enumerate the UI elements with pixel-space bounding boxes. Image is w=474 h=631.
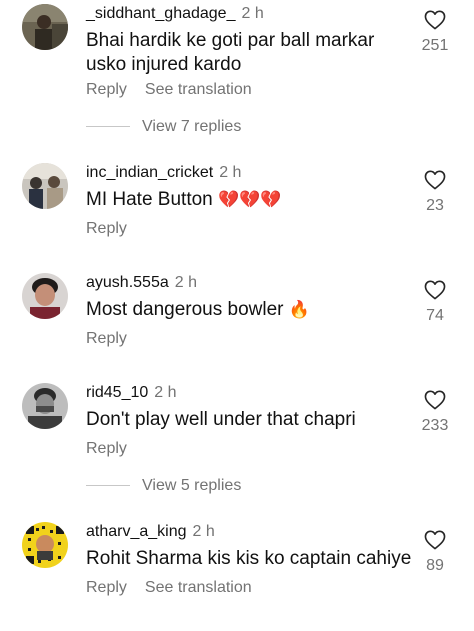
comment-text: Bhai hardik ke goti par ball markar usko… <box>86 30 375 75</box>
reply-button[interactable]: Reply <box>86 579 127 596</box>
broken-heart-emoji: 💔💔💔 <box>218 190 282 210</box>
timestamp: 2 h <box>241 5 264 22</box>
heart-outline-icon[interactable] <box>424 530 446 550</box>
like-count: 74 <box>426 307 444 324</box>
username[interactable]: ayush.555a <box>86 274 169 291</box>
username[interactable]: inc_indian_cricket <box>86 164 213 181</box>
comment-actions: Reply <box>86 219 127 239</box>
view-replies-button[interactable]: View 7 replies <box>86 117 241 137</box>
avatar[interactable] <box>22 273 68 319</box>
fire-emoji: 🔥 <box>288 300 310 320</box>
reply-button[interactable]: Reply <box>86 330 127 347</box>
heart-outline-icon[interactable] <box>424 170 446 190</box>
comment-actions: Reply See translation <box>86 578 252 598</box>
comment-header: rid45_10 2 h <box>86 383 177 403</box>
view-replies-label: View 5 replies <box>142 477 242 494</box>
comment-text: MI Hate Button <box>86 189 213 210</box>
reply-button[interactable]: Reply <box>86 440 127 457</box>
view-replies-button[interactable]: View 5 replies <box>86 476 241 496</box>
comment-item: ayush.555a 2 h Most dangerous bowler 🔥 Re… <box>0 273 474 353</box>
comment-header: inc_indian_cricket 2 h <box>86 163 241 183</box>
comment-text: Most dangerous bowler <box>86 299 284 320</box>
view-replies-label: View 7 replies <box>142 118 242 135</box>
like-count: 89 <box>426 557 444 574</box>
heart-outline-icon[interactable] <box>424 10 446 30</box>
comment-item: inc_indian_cricket 2 h MI Hate Button 💔💔💔… <box>0 163 474 243</box>
reply-button[interactable]: Reply <box>86 220 127 237</box>
timestamp: 2 h <box>219 164 242 181</box>
comment-item: _siddhant_ghadage_ 2 h Bhai hardik ke got… <box>0 4 474 144</box>
comment-actions: Reply See translation <box>86 80 252 100</box>
like-count: 233 <box>421 417 449 434</box>
heart-outline-icon[interactable] <box>424 390 446 410</box>
timestamp: 2 h <box>154 384 177 401</box>
see-translation-button[interactable]: See translation <box>145 81 252 98</box>
see-translation-button[interactable]: See translation <box>145 579 252 596</box>
comment-text: Rohit Sharma kis kis ko captain cahiye <box>86 548 412 569</box>
username[interactable]: atharv_a_king <box>86 523 187 540</box>
comment-header: _siddhant_ghadage_ 2 h <box>86 4 264 24</box>
like-count: 23 <box>426 197 444 214</box>
comment-text: Don't play well under that chapri <box>86 409 356 430</box>
heart-outline-icon[interactable] <box>424 280 446 300</box>
username[interactable]: _siddhant_ghadage_ <box>86 5 235 22</box>
avatar[interactable] <box>22 383 68 429</box>
comment-actions: Reply <box>86 439 127 459</box>
username[interactable]: rid45_10 <box>86 384 148 401</box>
comment-text-row: Most dangerous bowler 🔥 <box>86 298 386 322</box>
comment-text-row: MI Hate Button 💔💔💔 <box>86 188 386 212</box>
comment-item: rid45_10 2 h Don't play well under that c… <box>0 383 474 498</box>
divider <box>86 126 130 128</box>
like-count: 251 <box>421 37 449 54</box>
comment-actions: Reply <box>86 329 127 349</box>
avatar[interactable] <box>22 163 68 209</box>
avatar[interactable] <box>22 4 68 50</box>
divider <box>86 485 130 487</box>
comment-header: atharv_a_king 2 h <box>86 522 215 542</box>
avatar[interactable] <box>22 522 68 568</box>
comment-item: atharv_a_king 2 h Rohit Sharma kis kis ko… <box>0 522 474 602</box>
timestamp: 2 h <box>174 274 197 291</box>
timestamp: 2 h <box>192 523 215 540</box>
reply-button[interactable]: Reply <box>86 81 127 98</box>
comment-header: ayush.555a 2 h <box>86 273 197 293</box>
